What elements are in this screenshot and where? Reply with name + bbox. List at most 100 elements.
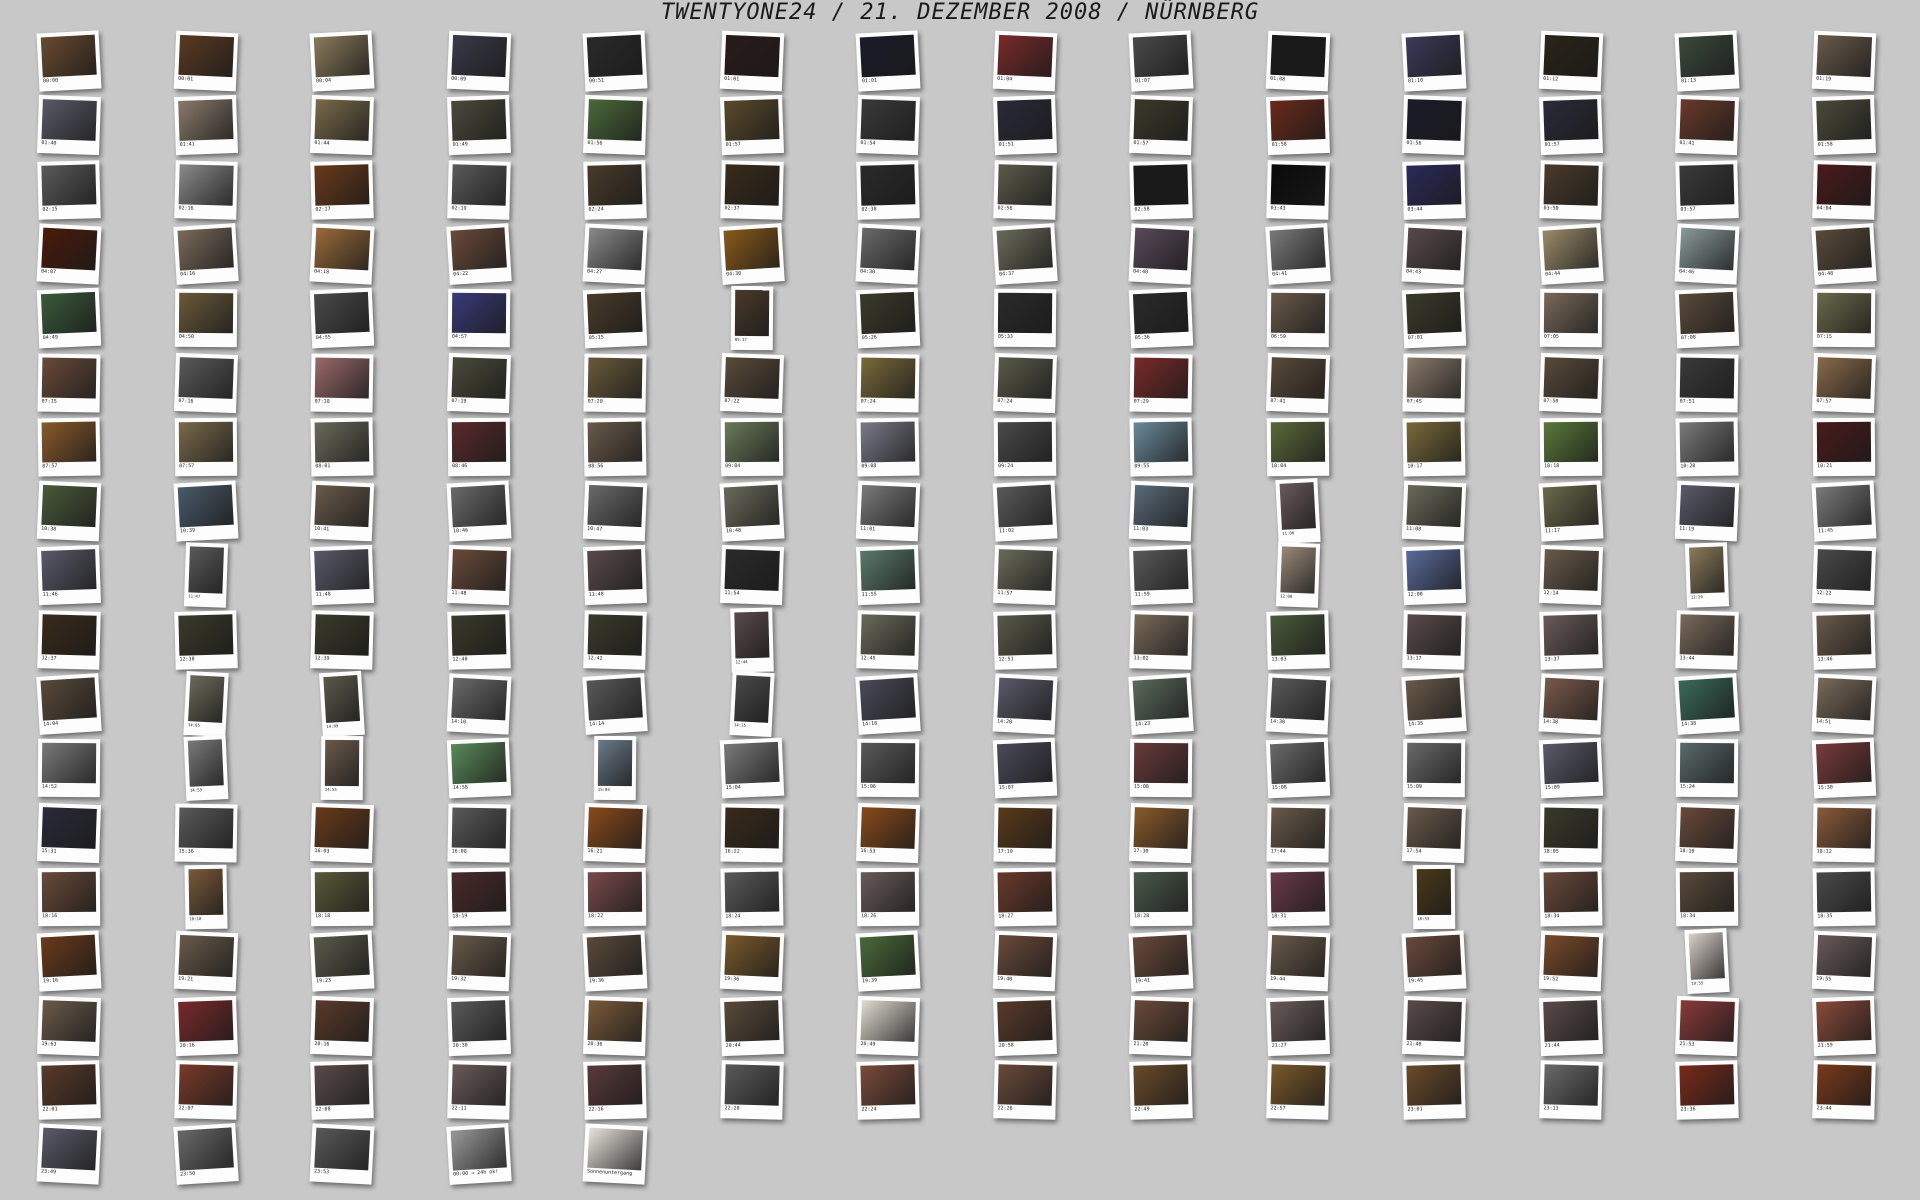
- photo-thumbnail[interactable]: 20:58: [992, 995, 1057, 1056]
- photo-thumbnail[interactable]: 16:53: [856, 802, 920, 863]
- photo-thumbnail[interactable]: 19:52: [1538, 930, 1603, 992]
- photo-thumbnail[interactable]: 19:55: [1811, 930, 1876, 992]
- photo-thumbnail[interactable]: 11:54: [719, 545, 784, 606]
- photo-thumbnail[interactable]: 18:10: [1675, 802, 1739, 863]
- photo-thumbnail[interactable]: 04:27: [582, 223, 648, 285]
- photo-thumbnail[interactable]: 20:30: [446, 995, 511, 1056]
- photo-thumbnail[interactable]: 18:12: [1811, 803, 1876, 863]
- photo-thumbnail[interactable]: 11:59: [1129, 545, 1193, 606]
- photo-thumbnail[interactable]: 12:20: [1684, 542, 1730, 609]
- photo-thumbnail[interactable]: 21:27: [1265, 995, 1330, 1056]
- photo-thumbnail[interactable]: 18:31: [1265, 867, 1330, 927]
- photo-thumbnail[interactable]: 19:39: [855, 930, 921, 992]
- photo-thumbnail[interactable]: 17:10: [992, 803, 1057, 863]
- photo-thumbnail[interactable]: 01:57: [1129, 95, 1193, 156]
- photo-thumbnail[interactable]: 19:45: [1401, 930, 1467, 992]
- photo-thumbnail[interactable]: 01:44: [310, 95, 374, 156]
- photo-thumbnail[interactable]: 15:09: [1402, 739, 1466, 798]
- photo-thumbnail[interactable]: 01:01: [855, 30, 921, 92]
- photo-thumbnail[interactable]: 09:55: [1129, 417, 1193, 477]
- photo-thumbnail[interactable]: 12:42: [583, 609, 647, 670]
- photo-thumbnail[interactable]: 20:16: [173, 995, 238, 1056]
- photo-thumbnail[interactable]: 22:49: [1129, 1059, 1193, 1120]
- photo-thumbnail[interactable]: 14:18: [855, 673, 921, 735]
- photo-thumbnail[interactable]: 14:53: [183, 735, 228, 802]
- photo-thumbnail[interactable]: 00:00 → 24h ok!: [445, 1123, 512, 1185]
- photo-thumbnail[interactable]: 04:48: [1810, 223, 1877, 285]
- photo-thumbnail[interactable]: 00:04: [309, 30, 375, 92]
- photo-thumbnail[interactable]: 04:16: [172, 223, 239, 285]
- photo-thumbnail[interactable]: 18:35: [1811, 867, 1876, 927]
- photo-thumbnail[interactable]: 04:30: [855, 223, 921, 285]
- photo-thumbnail[interactable]: 01:01: [719, 30, 784, 92]
- photo-thumbnail[interactable]: 04:18: [309, 223, 375, 285]
- photo-thumbnail[interactable]: 22:16: [583, 1059, 647, 1120]
- photo-thumbnail[interactable]: 10:04: [1266, 417, 1329, 477]
- photo-thumbnail[interactable]: 22:57: [1265, 1059, 1330, 1120]
- photo-thumbnail[interactable]: 07:57: [37, 417, 101, 477]
- photo-thumbnail[interactable]: 13:37: [1538, 609, 1603, 670]
- photo-thumbnail[interactable]: 12:51: [992, 609, 1057, 670]
- photo-thumbnail[interactable]: 14:35: [1401, 673, 1467, 735]
- photo-thumbnail[interactable]: 07:20: [583, 352, 647, 413]
- photo-thumbnail[interactable]: 13:03: [1265, 609, 1330, 670]
- photo-thumbnail[interactable]: 11:19: [1674, 480, 1740, 542]
- photo-thumbnail[interactable]: 01:56: [1402, 95, 1466, 156]
- photo-thumbnail[interactable]: 04:43: [1401, 223, 1467, 285]
- photo-thumbnail[interactable]: 04:44: [1537, 223, 1604, 285]
- photo-thumbnail[interactable]: 21:40: [1402, 995, 1466, 1056]
- photo-thumbnail[interactable]: 01:08: [1265, 30, 1330, 92]
- photo-thumbnail[interactable]: 11:48: [310, 545, 374, 606]
- photo-thumbnail[interactable]: 22:26: [992, 1059, 1057, 1120]
- photo-thumbnail[interactable]: 10:39: [173, 480, 238, 542]
- photo-thumbnail[interactable]: 02:19: [446, 159, 511, 220]
- photo-thumbnail[interactable]: 03:50: [1538, 159, 1603, 220]
- photo-thumbnail[interactable]: 05:17: [730, 286, 773, 351]
- photo-thumbnail[interactable]: 09:24: [993, 417, 1056, 477]
- photo-thumbnail[interactable]: 18:18: [310, 867, 374, 927]
- photo-thumbnail[interactable]: 01:41: [1675, 95, 1739, 156]
- photo-thumbnail[interactable]: 01:51: [992, 95, 1057, 156]
- photo-thumbnail[interactable]: 23:53: [309, 1123, 375, 1185]
- photo-thumbnail[interactable]: 04:46: [1674, 223, 1740, 285]
- photo-thumbnail[interactable]: 11:08: [1401, 480, 1467, 542]
- photo-thumbnail[interactable]: 14:30: [1265, 673, 1330, 735]
- photo-thumbnail[interactable]: 14:38: [1674, 673, 1740, 735]
- photo-thumbnail[interactable]: 12:00: [1275, 542, 1320, 609]
- photo-thumbnail[interactable]: 01:19: [1811, 30, 1876, 92]
- photo-thumbnail[interactable]: 07:24: [992, 352, 1057, 413]
- photo-thumbnail[interactable]: 12:22: [1811, 545, 1876, 606]
- photo-thumbnail[interactable]: 01:57: [719, 95, 784, 156]
- photo-thumbnail[interactable]: 19:63: [37, 995, 101, 1056]
- photo-thumbnail[interactable]: 07:57: [174, 417, 237, 477]
- photo-thumbnail[interactable]: 07:19: [446, 352, 511, 413]
- photo-thumbnail[interactable]: 18:18: [183, 864, 228, 930]
- photo-thumbnail[interactable]: 00:01: [173, 30, 238, 92]
- photo-thumbnail[interactable]: 23:01: [1402, 1059, 1466, 1120]
- photo-thumbnail[interactable]: 13:02: [1129, 609, 1193, 670]
- photo-thumbnail[interactable]: 19:36: [719, 930, 784, 992]
- photo-thumbnail[interactable]: 18:27: [992, 867, 1057, 927]
- photo-thumbnail[interactable]: 10:20: [1675, 417, 1739, 477]
- photo-thumbnail[interactable]: 14:05: [182, 670, 229, 738]
- photo-thumbnail[interactable]: 15:24: [1675, 739, 1739, 798]
- photo-thumbnail[interactable]: 07:18: [310, 352, 374, 413]
- photo-thumbnail[interactable]: 16:08: [446, 803, 511, 863]
- photo-thumbnail[interactable]: 10:38: [36, 480, 102, 542]
- photo-thumbnail[interactable]: 21:20: [1129, 995, 1193, 1056]
- photo-thumbnail[interactable]: 07:51: [1675, 352, 1739, 413]
- photo-thumbnail[interactable]: 11:48: [446, 545, 511, 606]
- photo-thumbnail[interactable]: 04:40: [1128, 223, 1194, 285]
- photo-thumbnail[interactable]: 15:07: [992, 737, 1057, 799]
- photo-thumbnail[interactable]: 15:31: [37, 802, 101, 863]
- photo-thumbnail[interactable]: 12:14: [1538, 545, 1603, 606]
- photo-thumbnail[interactable]: 07:29: [1129, 352, 1193, 413]
- photo-thumbnail[interactable]: 20:44: [719, 995, 784, 1056]
- photo-thumbnail[interactable]: 11:55: [856, 545, 920, 606]
- photo-thumbnail[interactable]: 23:36: [1675, 1059, 1739, 1120]
- photo-thumbnail[interactable]: 18:16: [37, 867, 101, 927]
- photo-thumbnail[interactable]: 18:24: [719, 867, 784, 927]
- photo-thumbnail[interactable]: 15:09: [1538, 737, 1603, 799]
- photo-thumbnail[interactable]: 14:23: [1128, 673, 1194, 735]
- photo-thumbnail[interactable]: 03:43: [1265, 159, 1330, 220]
